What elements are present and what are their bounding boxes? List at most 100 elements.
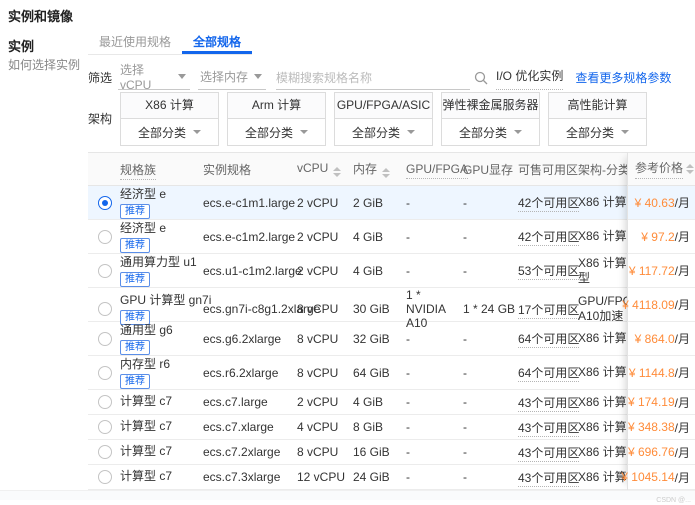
arch-gpu-category-select[interactable]: 全部分类 [335, 119, 432, 145]
vcpu-select-value: 选择 vCPU [120, 61, 178, 92]
tab-all-specs[interactable]: 全部规格 [182, 32, 252, 54]
instance-spec-value: ecs.e-c1m2.large [199, 230, 293, 244]
arch-hpc-button[interactable]: 高性能计算 [549, 93, 646, 119]
price-cell: ¥ 40.63/月 [628, 186, 695, 220]
zones-value: 43个可用区 [518, 421, 579, 437]
spec-tabs: 最近使用规格 全部规格 [88, 32, 252, 55]
row-radio[interactable] [98, 395, 112, 409]
arch-group-hpc: 高性能计算 全部分类 [548, 92, 647, 146]
instance-spec-value: ecs.r6.2xlarge [199, 366, 293, 380]
row-radio[interactable] [98, 230, 112, 244]
table-row[interactable]: 计算型 c7 ecs.c7.large 2 vCPU 4 GiB - - 43个… [88, 390, 695, 415]
instance-spec-value: ecs.c7.xlarge [199, 420, 293, 434]
sort-price-icon[interactable] [686, 164, 694, 174]
vcpu-value: 2 vCPU [293, 196, 349, 210]
memory-select[interactable]: 选择内存 [198, 66, 266, 90]
table-row[interactable]: 通用算力型 u1 推荐 ecs.u1-c1m2.large 2 vCPU 4 G… [88, 254, 695, 288]
price-value: ¥ 174.19 [628, 395, 675, 409]
row-radio[interactable] [98, 420, 112, 434]
price-cell: ¥ 348.38/月 [628, 415, 695, 440]
table-header: 规格族 实例规格 vCPU 内存 GPU/FPGA GPU显存 可售可用区 架构… [88, 152, 695, 186]
gpu-value: - [402, 445, 459, 459]
table-body: 经济型 e 推荐 ecs.e-c1m1.large 2 vCPU 2 GiB -… [88, 186, 695, 490]
row-radio[interactable] [98, 366, 112, 380]
how-to-choose-instance-link[interactable]: 如何选择实例 [8, 56, 80, 73]
arch-group-x86: X86 计算 全部分类 [120, 92, 219, 146]
table-row[interactable]: 计算型 c7 ecs.c7.3xlarge 12 vCPU 24 GiB - -… [88, 465, 695, 490]
row-radio[interactable] [98, 445, 112, 459]
gpu-memory-value: - [459, 445, 514, 459]
table-row[interactable]: 经济型 e 推荐 ecs.e-c1m1.large 2 vCPU 2 GiB -… [88, 186, 695, 220]
row-radio[interactable] [98, 264, 112, 278]
memory-select-value: 选择内存 [200, 68, 248, 85]
memory-value: 24 GiB [349, 470, 402, 484]
sort-vcpu-icon[interactable] [333, 167, 341, 177]
spec-family-value: 计算型 c7 [120, 394, 199, 408]
table-row[interactable]: 经济型 e 推荐 ecs.e-c1m2.large 2 vCPU 4 GiB -… [88, 220, 695, 254]
instance-spec-value: ecs.gn7i-c8g1.2xlarge [199, 302, 293, 316]
table-row[interactable]: 计算型 c7 ecs.c7.xlarge 4 vCPU 8 GiB - - 43… [88, 415, 695, 440]
gpu-value: - [402, 395, 459, 409]
sort-memory-icon[interactable] [382, 168, 390, 178]
spec-search-input[interactable] [276, 66, 470, 89]
instance-spec-value: ecs.g6.2xlarge [199, 332, 293, 346]
spec-family-value: GPU 计算型 gn7i [120, 293, 199, 307]
spec-family-value: 计算型 c7 [120, 419, 199, 433]
col-instance-spec: 实例规格 [199, 161, 293, 178]
more-spec-params-link[interactable]: 查看更多规格参数 [575, 66, 671, 90]
price-unit: /月 [675, 330, 690, 347]
gpu-value: - [402, 366, 459, 380]
price-value: ¥ 117.72 [629, 264, 675, 278]
arch-x86-category-select[interactable]: 全部分类 [121, 119, 218, 145]
arch-baremetal-button[interactable]: 弹性裸金属服务器 [442, 93, 539, 119]
instance-spec-value: ecs.c7.2xlarge [199, 445, 293, 459]
memory-value: 30 GiB [349, 302, 402, 316]
search-icon[interactable] [474, 71, 488, 85]
gpu-memory-value: - [459, 264, 514, 278]
row-radio[interactable] [98, 302, 112, 316]
vcpu-value: 2 vCPU [293, 230, 349, 244]
vcpu-value: 12 vCPU [293, 470, 349, 484]
price-unit: /月 [675, 419, 690, 436]
chevron-down-icon [407, 130, 415, 134]
memory-value: 64 GiB [349, 366, 402, 380]
arch-x86-button[interactable]: X86 计算 [121, 93, 218, 119]
instance-spec-value: ecs.c7.3xlarge [199, 470, 293, 484]
filter-label: 筛选 [88, 66, 112, 90]
price-cell: ¥ 696.76/月 [628, 440, 695, 465]
arch-gpu-button[interactable]: GPU/FPGA/ASIC [335, 93, 432, 119]
col-reference-price: 参考价格 [628, 152, 695, 186]
arch-arm-button[interactable]: Arm 计算 [228, 93, 325, 119]
gpu-value: - [402, 332, 459, 346]
memory-value: 2 GiB [349, 196, 402, 210]
col-memory: 内存 [353, 162, 377, 176]
arch-arm-category-select[interactable]: 全部分类 [228, 119, 325, 145]
arch-baremetal-category-select[interactable]: 全部分类 [442, 119, 539, 145]
price-unit: /月 [675, 296, 690, 313]
memory-value: 8 GiB [349, 420, 402, 434]
memory-value: 32 GiB [349, 332, 402, 346]
price-value: ¥ 864.0 [635, 332, 675, 346]
price-cell: ¥ 1045.14/月 [628, 465, 695, 490]
table-footer-strip: CSDN @... [0, 490, 695, 500]
row-radio[interactable] [98, 196, 112, 210]
row-radio[interactable] [98, 470, 112, 484]
table-row[interactable]: 计算型 c7 ecs.c7.2xlarge 8 vCPU 16 GiB - - … [88, 440, 695, 465]
spec-family-value: 内存型 r6 [120, 357, 199, 371]
spec-family-value: 通用型 g6 [120, 323, 199, 337]
row-radio[interactable] [98, 332, 112, 346]
vcpu-select[interactable]: 选择 vCPU [118, 66, 190, 90]
gpu-memory-value: - [459, 395, 514, 409]
arch-category-value: 全部分类 [566, 124, 614, 141]
table-row[interactable]: 内存型 r6 推荐 ecs.r6.2xlarge 8 vCPU 64 GiB -… [88, 356, 695, 390]
table-row[interactable]: 通用型 g6 推荐 ecs.g6.2xlarge 8 vCPU 32 GiB -… [88, 322, 695, 356]
tab-recent-specs[interactable]: 最近使用规格 [88, 32, 182, 54]
gpu-memory-value: 1 * 24 GB [459, 302, 514, 316]
price-value: ¥ 348.38 [628, 420, 675, 434]
vcpu-value: 4 vCPU [293, 420, 349, 434]
arch-group-gpu: GPU/FPGA/ASIC 全部分类 [334, 92, 433, 146]
table-row[interactable]: GPU 计算型 gn7i 推荐 ecs.gn7i-c8g1.2xlarge 8 … [88, 288, 695, 322]
arch-hpc-category-select[interactable]: 全部分类 [549, 119, 646, 145]
io-optimized-label: I/O 优化实例 [496, 64, 563, 90]
chevron-down-icon [300, 130, 308, 134]
